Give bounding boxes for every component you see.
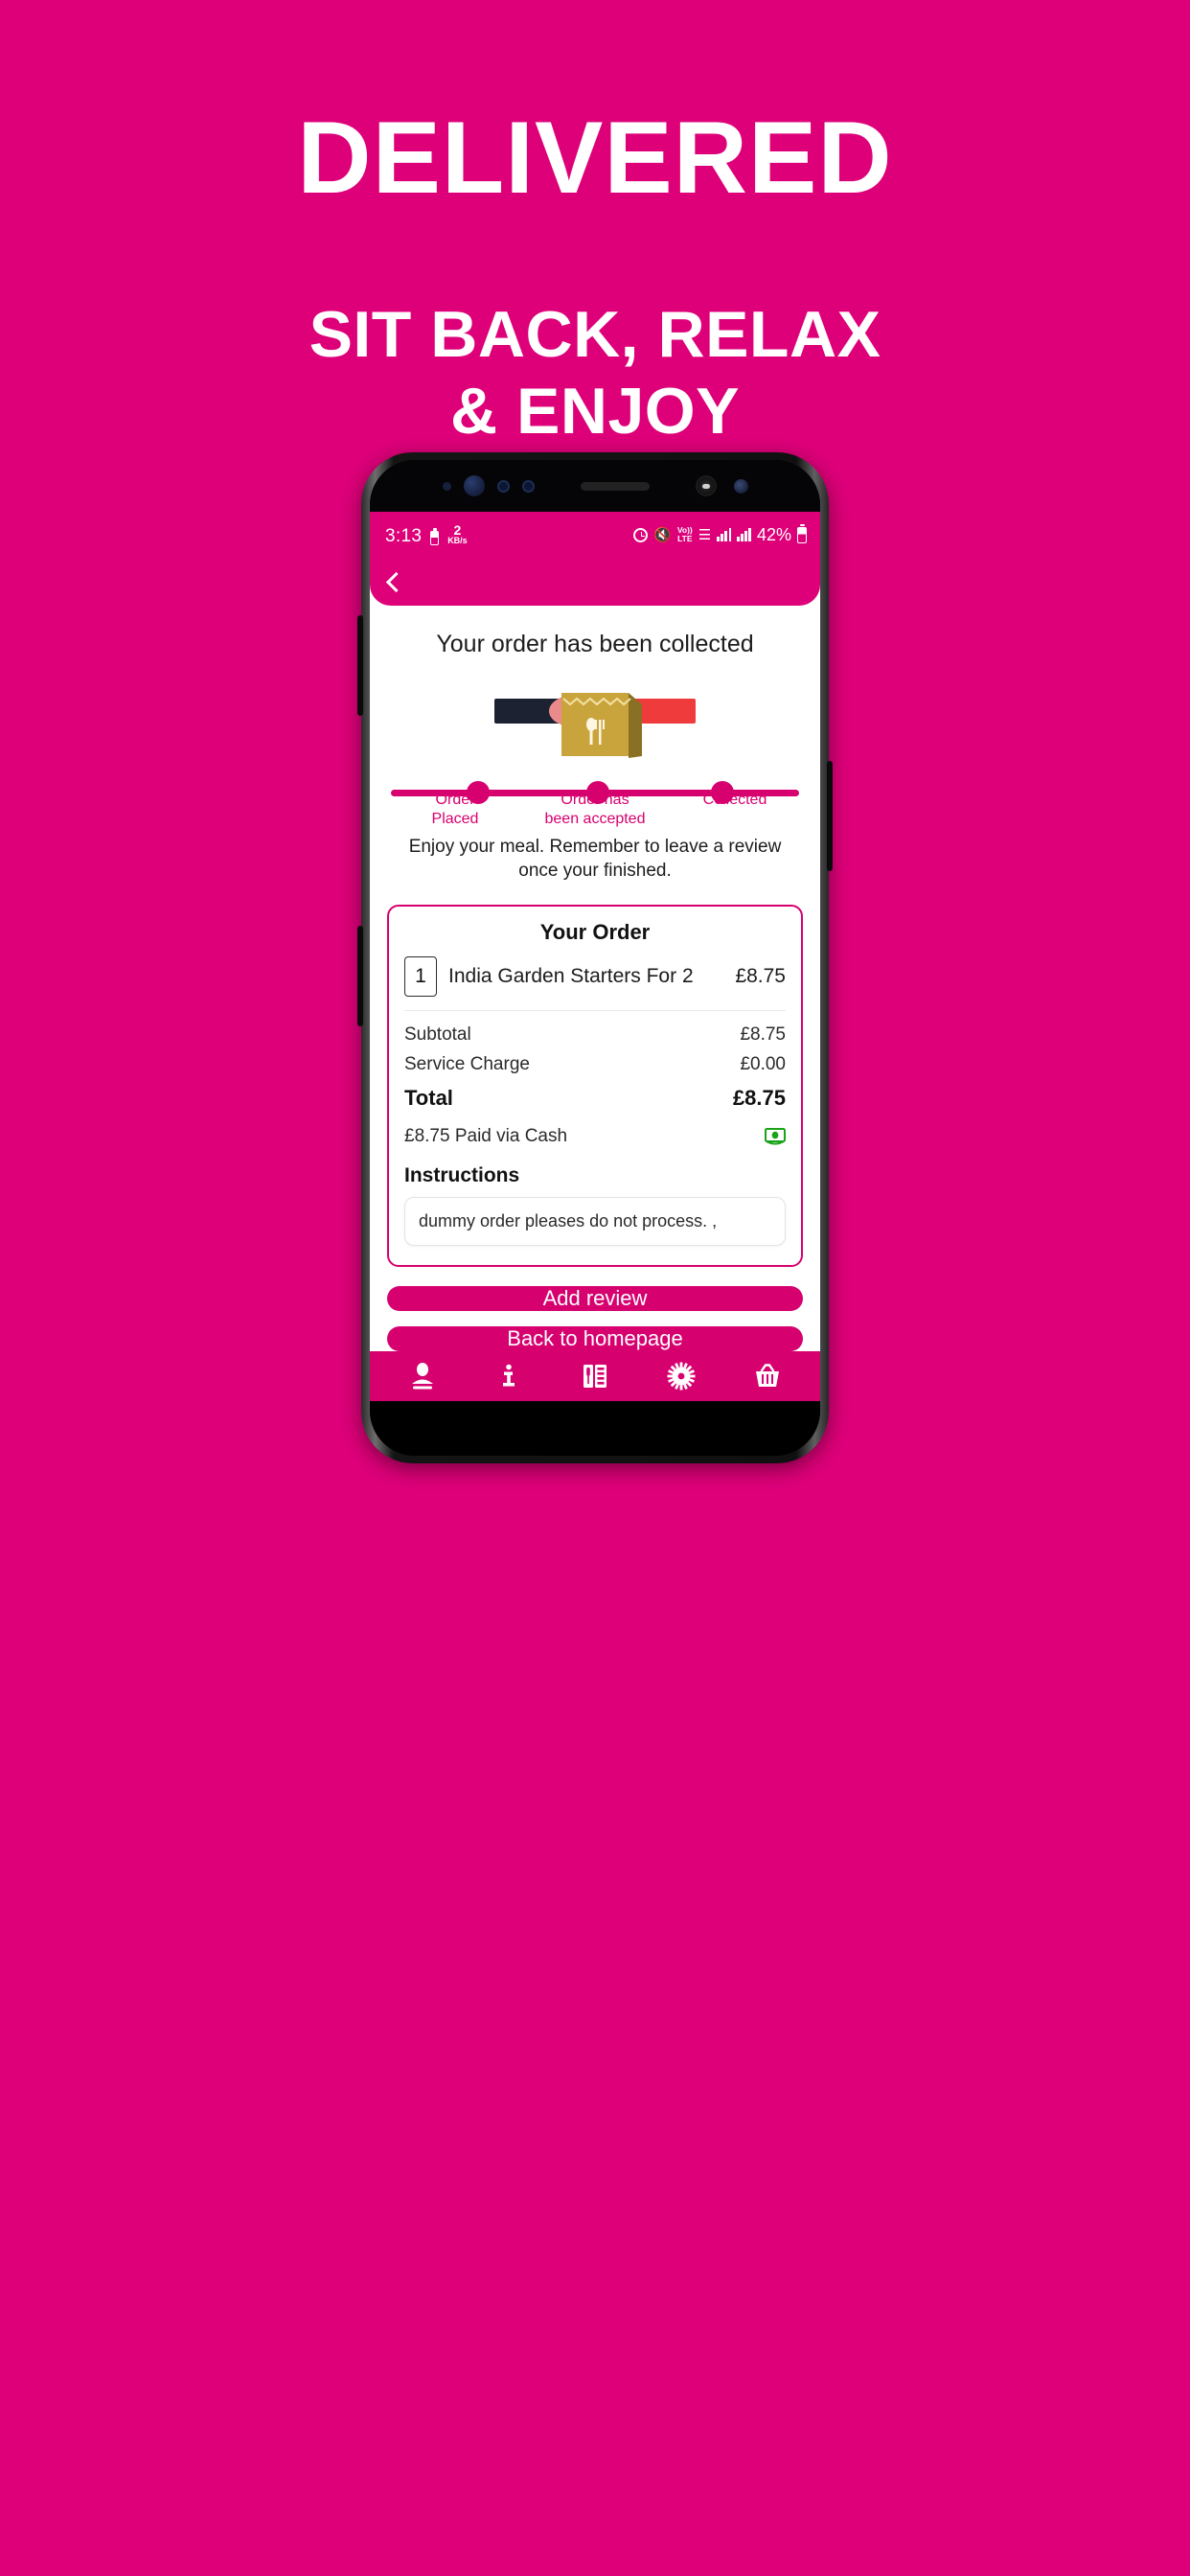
subtotal-label: Subtotal — [404, 1024, 471, 1045]
payment-status-row: £8.75 Paid via Cash — [404, 1126, 786, 1147]
instructions-value: dummy order pleases do not process. , — [404, 1197, 786, 1246]
app-navbar — [370, 558, 820, 606]
back-chevron-icon[interactable] — [385, 571, 407, 592]
status-bar: 3:13 2 KB/s 🔇 Vo)) LTE ☰ 42% — [370, 512, 820, 558]
nav-item-menu[interactable] — [566, 1351, 624, 1401]
order-hint-text: Enjoy your meal. Remember to leave a rev… — [408, 836, 782, 882]
hero-subtitle-line-2: & ENJOY — [449, 374, 741, 448]
tracker-step-2-line2: been accepted — [544, 810, 646, 827]
back-to-homepage-button[interactable]: Back to homepage — [387, 1326, 803, 1351]
sensor-strip — [370, 460, 820, 512]
power-button[interactable] — [827, 761, 833, 871]
cash-banknote-icon — [765, 1128, 786, 1145]
account-person-icon — [408, 1362, 437, 1391]
light-sensor-icon — [496, 479, 510, 493]
page-title: Your order has been collected — [436, 631, 754, 657]
handover-food-bag-illustration — [370, 666, 820, 771]
sensor-cluster-left — [442, 475, 535, 496]
signal-bars-icon-1 — [717, 528, 732, 541]
battery-icon — [797, 523, 807, 543]
nav-item-basket[interactable] — [739, 1351, 796, 1401]
wifi-icon: ☰ — [698, 526, 712, 543]
promo-screenshot: DELIVERED SIT BACK, RELAX & ENJOY 3:13 2… — [0, 0, 1190, 2576]
network-speed-value: 2 — [453, 522, 462, 539]
volume-down-button[interactable] — [357, 926, 363, 1026]
payment-status-text: £8.75 Paid via Cash — [404, 1126, 568, 1146]
add-review-button[interactable]: Add review — [387, 1286, 803, 1311]
nav-item-info[interactable] — [480, 1351, 538, 1401]
service-charge-value: £0.00 — [740, 1054, 786, 1074]
basket-icon — [753, 1362, 782, 1391]
order-item-name: India Garden Starters For 2 — [448, 965, 694, 987]
proximity-sensor-icon — [442, 481, 451, 491]
total-label: Total — [404, 1086, 453, 1110]
volte-label-bottom: LTE — [677, 534, 693, 543]
instructions-label: Instructions — [404, 1164, 520, 1186]
info-icon — [494, 1362, 523, 1391]
tracker-step-1-line2: Placed — [431, 810, 479, 827]
vibrate-mute-icon: 🔇 — [653, 526, 672, 543]
led-indicator-icon — [521, 479, 535, 493]
status-bar-left: 3:13 2 KB/s — [385, 522, 468, 546]
order-item-quantity: 1 — [404, 956, 437, 997]
app-header: 3:13 2 KB/s 🔇 Vo)) LTE ☰ 42% — [370, 512, 820, 606]
tracker-node-1 — [466, 781, 490, 804]
hero-subtitle-line-1: SIT BACK, RELAX — [309, 298, 881, 372]
front-camera-icon — [695, 475, 717, 496]
status-time: 3:13 — [385, 525, 423, 546]
order-summary-row-service-charge: Service Charge £0.00 — [404, 1054, 786, 1075]
order-progress-tracker — [391, 777, 799, 804]
settings-gear-icon — [667, 1362, 696, 1391]
battery-saver-icon — [430, 528, 440, 545]
earpiece-speaker — [580, 481, 650, 491]
order-line-item: 1 India Garden Starters For 2 £8.75 — [404, 956, 786, 1011]
battery-percent: 42% — [756, 524, 791, 544]
order-summary-row-subtotal: Subtotal £8.75 — [404, 1024, 786, 1046]
secondary-sensor-icon — [733, 478, 748, 494]
volte-icon: Vo)) LTE — [677, 526, 693, 543]
total-value: £8.75 — [732, 1086, 786, 1110]
alarm-icon — [633, 527, 649, 542]
hero-section: DELIVERED SIT BACK, RELAX & ENJOY — [0, 104, 1190, 449]
bottom-navigation-bar — [370, 1351, 820, 1401]
order-summary-row-total: Total £8.75 — [404, 1086, 786, 1111]
hero-title: DELIVERED — [297, 100, 893, 215]
volume-up-button[interactable] — [357, 615, 363, 716]
nav-item-account[interactable] — [394, 1351, 451, 1401]
phone-bezel: 3:13 2 KB/s 🔇 Vo)) LTE ☰ 42% Your order … — [370, 460, 820, 1456]
status-bar-right: 🔇 Vo)) LTE ☰ 42% — [633, 523, 807, 545]
network-speed-indicator: 2 KB/s — [447, 522, 468, 546]
order-summary-card: Your Order 1 India Garden Starters For 2… — [387, 905, 803, 1267]
phone-mockup: 3:13 2 KB/s 🔇 Vo)) LTE ☰ 42% Your order … — [113, 452, 1077, 1470]
hero-subtitle: SIT BACK, RELAX & ENJOY — [0, 297, 1190, 449]
order-card-title: Your Order — [539, 920, 651, 944]
iris-scanner-icon — [463, 475, 485, 496]
signal-bars-icon-2 — [737, 528, 751, 541]
subtotal-value: £8.75 — [740, 1024, 786, 1045]
phone-chin — [370, 1401, 820, 1456]
screen-body: Your order has been collected Order Plac… — [370, 606, 820, 1401]
menu-cutlery-icon — [581, 1362, 609, 1391]
nav-item-settings[interactable] — [652, 1351, 710, 1401]
network-speed-unit: KB/s — [447, 536, 468, 546]
order-item-price: £8.75 — [735, 965, 786, 987]
phone-frame: 3:13 2 KB/s 🔇 Vo)) LTE ☰ 42% Your order … — [357, 452, 833, 1463]
app-screen: 3:13 2 KB/s 🔇 Vo)) LTE ☰ 42% Your order … — [370, 512, 820, 1401]
service-charge-label: Service Charge — [404, 1054, 530, 1074]
